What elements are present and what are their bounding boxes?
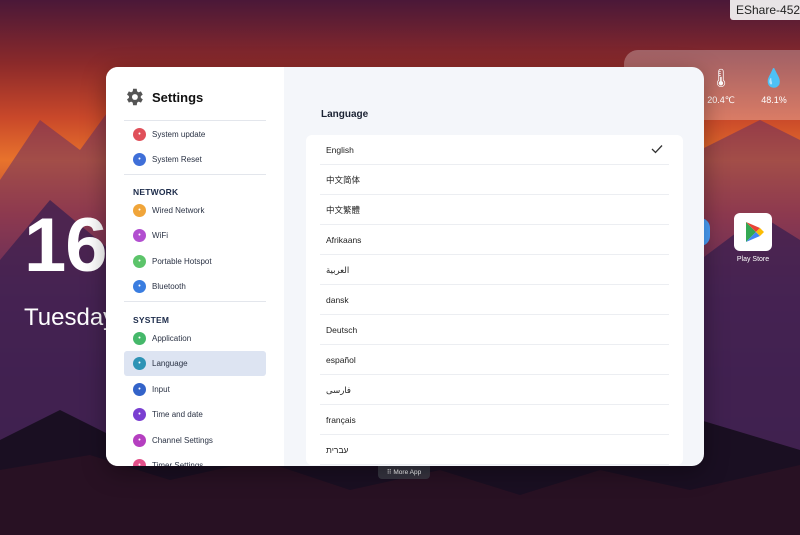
sidebar-item-wired-network[interactable]: • Wired Network (124, 198, 266, 223)
settings-sidebar: Settings NETWORK SYSTEM • System update • S… (106, 67, 284, 466)
language-name: 中文简体 (326, 175, 361, 185)
time-and-date-icon: • (133, 408, 146, 422)
language-name: Deutsch (326, 325, 358, 335)
sidebar-item-label: System Reset (152, 155, 202, 165)
system-section-title: SYSTEM (133, 315, 170, 325)
more-app-label: More App (393, 469, 422, 476)
language-option[interactable]: français (306, 405, 683, 435)
sidebar-item-channel-settings[interactable]: • Channel Settings (124, 428, 266, 453)
play-store-app[interactable] (734, 213, 772, 251)
language-name: français (326, 415, 356, 425)
language-option[interactable]: dansk (306, 285, 683, 315)
channel-settings-icon: • (133, 433, 146, 447)
row-divider (320, 464, 669, 465)
language-name: dansk (326, 295, 349, 305)
sidebar-item-label: Time and date (152, 410, 203, 420)
wifi-icon: • (133, 229, 146, 243)
settings-header: Settings (123, 86, 203, 108)
settings-content: Language English 中文简体中文繁體 Afrikaans العربية… (284, 67, 704, 466)
system-update-icon: • (133, 128, 146, 141)
sidebar-item-bluetooth[interactable]: • Bluetooth (124, 274, 266, 299)
settings-dialog: Settings NETWORK SYSTEM • System update • S… (106, 67, 704, 466)
language-name: فارسی (326, 384, 351, 395)
more-app-button[interactable]: ⠿ More App (378, 466, 430, 479)
divider (124, 120, 266, 121)
sidebar-item-label: Bluetooth (152, 282, 186, 292)
sidebar-item-label: Portable Hotspot (152, 256, 212, 266)
sidebar-item-label: Channel Settings (152, 435, 213, 445)
play-store-label: Play Store (736, 256, 770, 263)
language-option[interactable]: English (306, 135, 683, 165)
thermometer-icon: 🌡 (709, 68, 733, 88)
language-option[interactable]: עברית (306, 435, 683, 465)
language-option[interactable]: فارسی (306, 375, 683, 405)
gear-icon (127, 88, 143, 106)
sidebar-item-system-update[interactable]: • System update (124, 122, 266, 147)
application-icon: • (133, 332, 146, 345)
language-name: Afrikaans (326, 235, 362, 245)
language-option[interactable]: español (306, 345, 683, 375)
language-option[interactable]: Deutsch (306, 315, 683, 345)
language-option[interactable]: 中文简体 (306, 165, 683, 195)
sidebar-item-application[interactable]: • Application (124, 326, 266, 351)
language-option[interactable]: 中文繁體 (306, 195, 683, 225)
sidebar-item-timer-settings[interactable]: • Timer Settings (124, 453, 266, 466)
system-reset-icon: • (133, 153, 146, 167)
network-section-title: NETWORK (133, 187, 179, 197)
divider (124, 174, 266, 175)
temperature-value: 20.4℃ (707, 95, 735, 105)
sidebar-item-label: Application (152, 334, 192, 343)
sidebar-item-label: WiFi (152, 231, 168, 241)
language-name: עברית (326, 445, 349, 455)
input-icon: • (133, 382, 146, 396)
language-name: 中文繁體 (326, 205, 361, 215)
sidebar-item-language[interactable]: • Language (124, 351, 266, 377)
portable-hotspot-icon: • (133, 254, 146, 268)
sidebar-item-label: Timer Settings (152, 461, 204, 466)
play-store-icon (746, 222, 764, 242)
language-name: English (326, 145, 354, 155)
humidity-widget: 💧 48.1% (754, 68, 794, 105)
temperature-widget: 🌡 20.4℃ (701, 68, 741, 106)
clock-time: 16 (24, 203, 108, 288)
sidebar-item-label: System update (152, 130, 206, 139)
sidebar-item-portable-hotspot[interactable]: • Portable Hotspot (124, 249, 266, 274)
sidebar-item-label: Language (152, 359, 188, 369)
checkmark-icon (651, 145, 663, 154)
wired-network-icon: • (133, 204, 146, 217)
language-list[interactable]: English 中文简体中文繁體 Afrikaans العربية dansk Deut… (306, 135, 683, 465)
settings-title: Settings (152, 89, 204, 105)
sidebar-item-system-reset[interactable]: • System Reset (124, 147, 266, 172)
language-option[interactable]: Afrikaans (306, 225, 683, 255)
sidebar-item-time-and-date[interactable]: • Time and date (124, 402, 266, 427)
language-icon: • (133, 357, 146, 371)
page-title: Language (321, 109, 369, 120)
language-name: العربية (326, 264, 350, 275)
language-option[interactable]: العربية (306, 255, 683, 285)
eshare-badge[interactable]: EShare-4527 (730, 0, 800, 20)
language-name: español (326, 355, 356, 365)
water-drop-icon: 💧 (762, 68, 786, 88)
bluetooth-icon: • (133, 280, 146, 294)
sidebar-item-label: Input (152, 384, 170, 394)
sidebar-item-label: Wired Network (152, 206, 205, 215)
divider (124, 301, 266, 302)
humidity-value: 48.1% (761, 95, 787, 105)
sidebar-item-input[interactable]: • Input (124, 377, 266, 402)
timer-settings-icon: • (133, 459, 146, 466)
sidebar-item-wifi[interactable]: • WiFi (124, 223, 266, 248)
grid-icon: ⠿ (386, 469, 392, 476)
clock-day: Tuesday (24, 304, 116, 331)
